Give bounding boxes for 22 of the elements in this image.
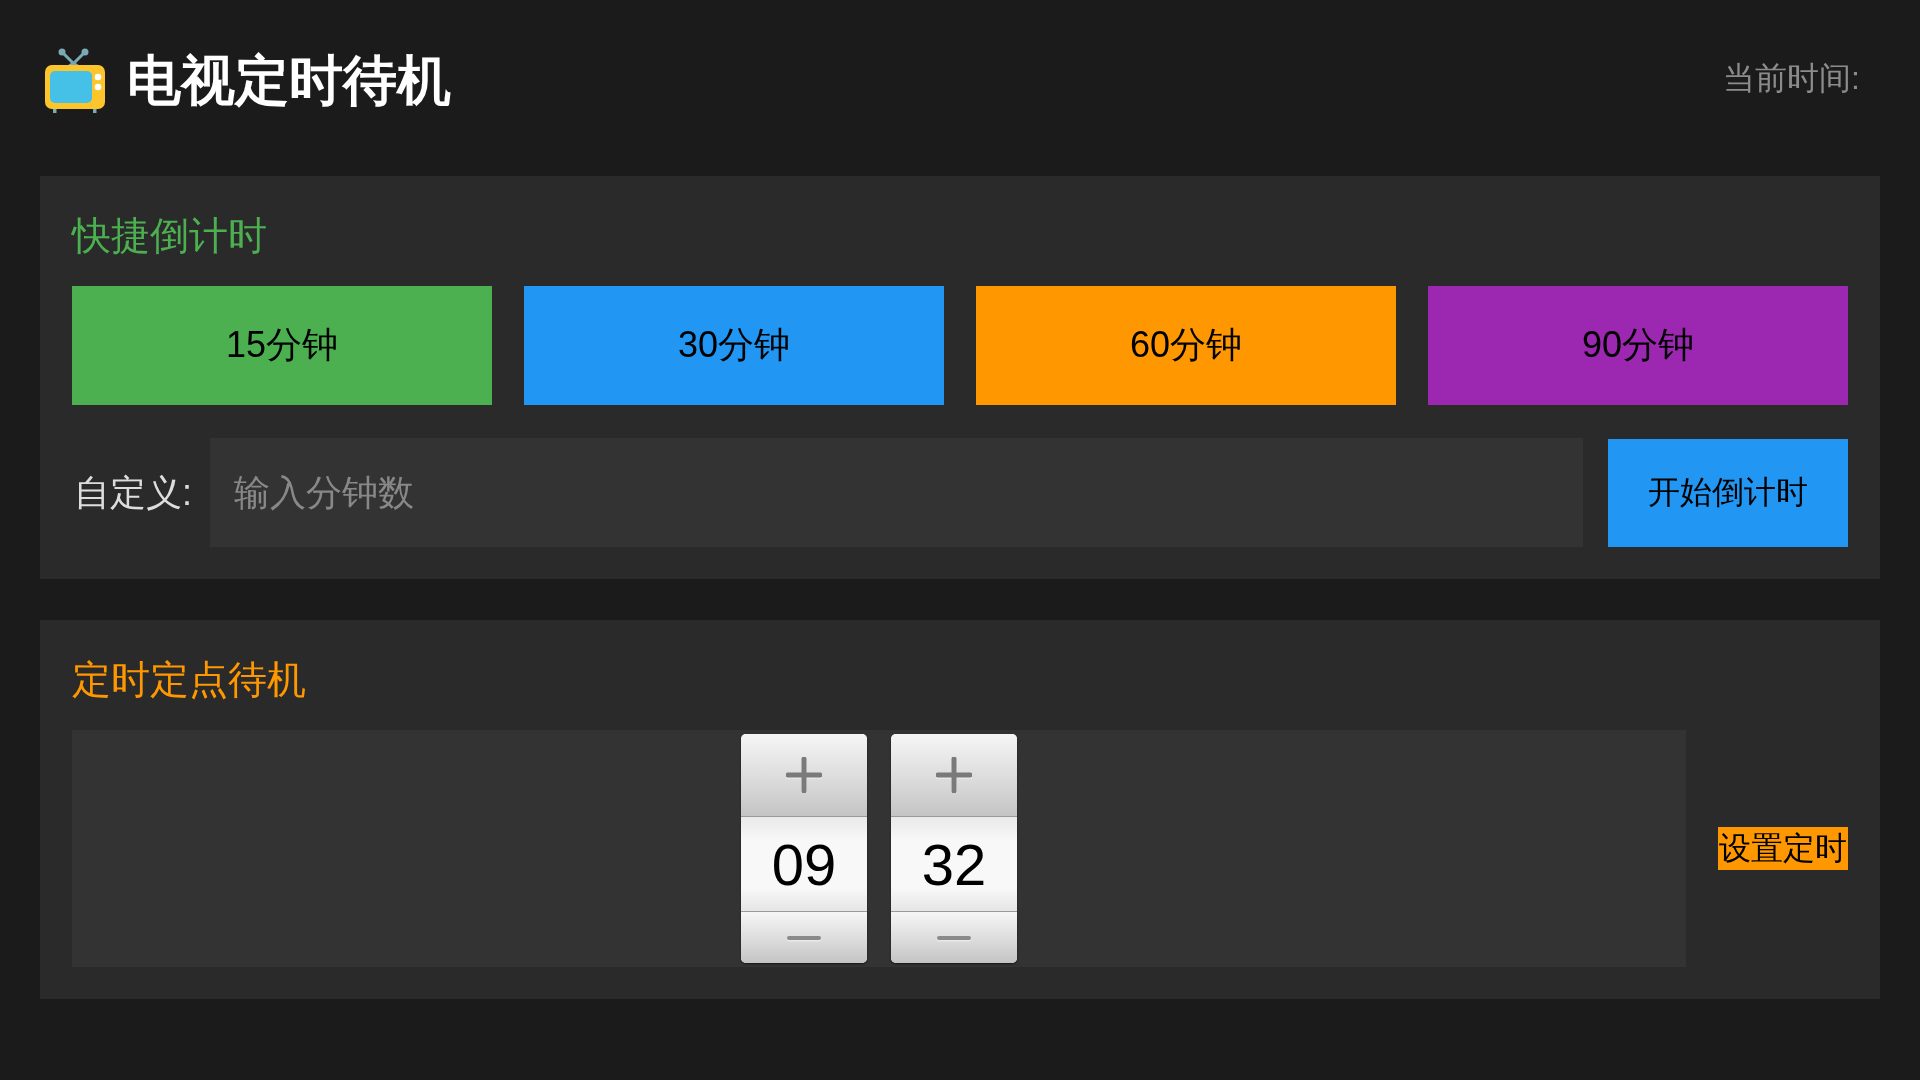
preset-button[interactable]: 30分钟 [524, 286, 944, 405]
spinner-value: 32 [891, 817, 1017, 911]
increment-button[interactable] [741, 734, 867, 817]
spinner-value: 09 [741, 817, 867, 911]
clock-label: 当前时间: [1723, 59, 1860, 98]
minus-icon [936, 933, 972, 942]
plus-icon [936, 757, 972, 793]
decrement-button[interactable] [891, 911, 1017, 963]
section-title: 快捷倒计时 [72, 213, 267, 259]
minutes-input[interactable]: 输入分钟数 [210, 438, 1583, 547]
set-timer-button[interactable]: 设置定时 [1718, 827, 1848, 870]
app-title: 电视定时待机 [127, 49, 451, 112]
custom-label: 自定义: [73, 470, 192, 515]
start-countdown-button[interactable]: 开始倒计时 [1608, 438, 1848, 547]
preset-button[interactable]: 15分钟 [72, 286, 492, 405]
section-title: 定时定点待机 [72, 657, 306, 703]
preset-button[interactable]: 60分钟 [976, 286, 1396, 405]
tv-icon [45, 47, 105, 113]
minus-icon [786, 933, 822, 942]
decrement-button[interactable] [741, 911, 867, 963]
plus-icon [786, 757, 822, 793]
increment-button[interactable] [891, 734, 1017, 817]
